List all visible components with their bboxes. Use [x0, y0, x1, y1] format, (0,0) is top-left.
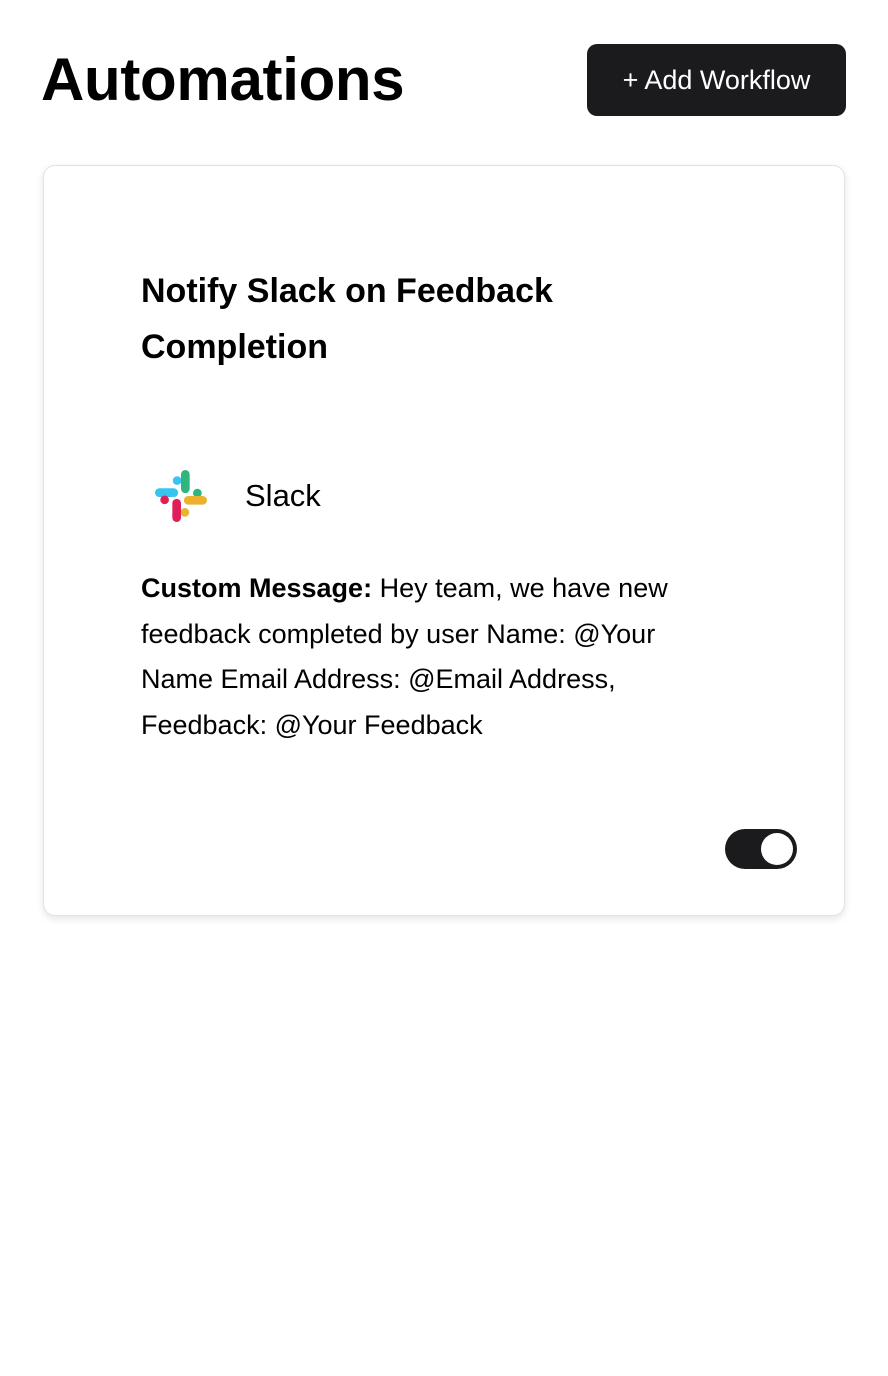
- integration-row: Slack: [155, 468, 321, 524]
- custom-message-label: Custom Message:: [141, 573, 373, 603]
- page-title: Automations: [41, 46, 405, 113]
- slack-icon: [155, 470, 207, 522]
- workflow-card: Notify Slack on Feedback Completion Slac…: [43, 165, 845, 916]
- integration-name: Slack: [245, 478, 321, 513]
- workflow-title: Notify Slack on Feedback Completion: [141, 272, 553, 366]
- custom-message: Custom Message: Hey team, we have new fe…: [141, 566, 721, 748]
- toggle-knob: [761, 833, 793, 865]
- workflow-enabled-toggle[interactable]: [725, 829, 797, 869]
- add-workflow-button[interactable]: + Add Workflow: [587, 44, 846, 116]
